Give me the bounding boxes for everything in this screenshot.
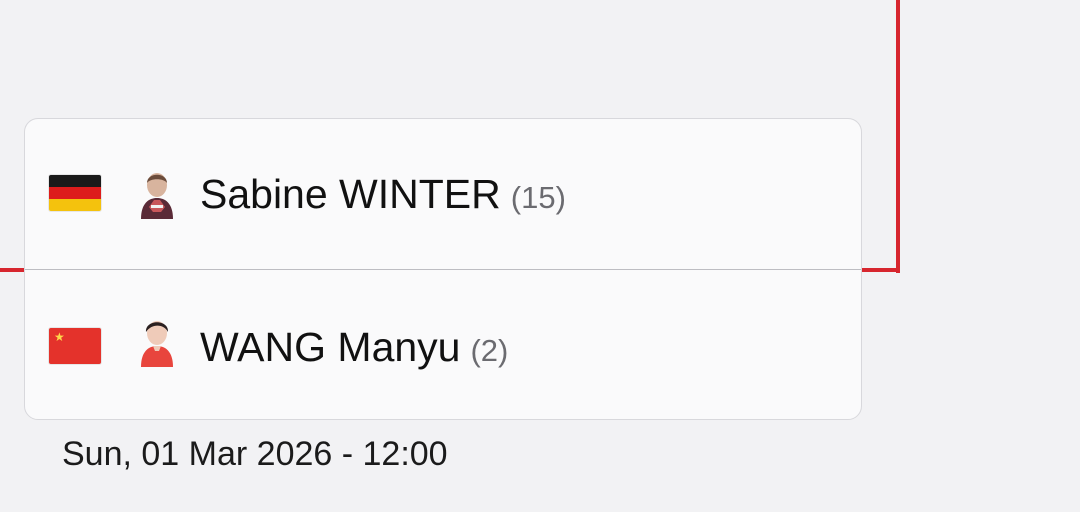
bracket-connector-right [862, 268, 900, 272]
player-seed: (15) [510, 180, 566, 215]
player-row-1[interactable]: Sabine WINTER (15) [25, 119, 861, 269]
match-datetime: Sun, 01 Mar 2026 - 12:00 [62, 435, 448, 473]
player-name-text[interactable]: Sabine WINTER [200, 171, 501, 217]
player-name[interactable]: Sabine WINTER (15) [200, 174, 566, 215]
flag-star-icon: ★ [54, 330, 65, 344]
player-avatar-icon [141, 321, 173, 367]
bracket-connector-left [0, 268, 24, 272]
bracket-connector-vertical [896, 0, 900, 273]
flag-germany-icon [49, 175, 101, 211]
match-card[interactable]: Sabine WINTER (15) ★ WANG Manyu (2) [24, 118, 862, 420]
flag-china-icon: ★ [49, 328, 101, 364]
player-row-2[interactable]: ★ WANG Manyu (2) [25, 270, 861, 419]
player-seed: (2) [470, 333, 509, 368]
player-name[interactable]: WANG Manyu (2) [200, 327, 508, 368]
player-avatar-icon [141, 173, 173, 219]
player-name-text[interactable]: WANG Manyu [200, 324, 460, 370]
